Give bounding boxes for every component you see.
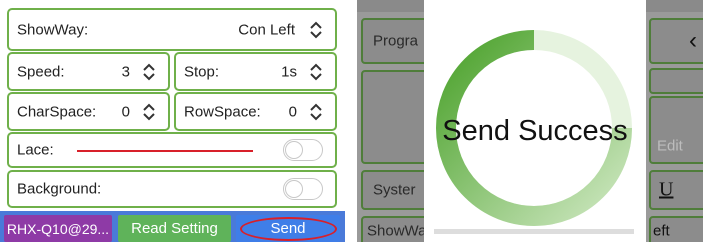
stop-row[interactable]: Stop: 1s <box>174 52 337 91</box>
lace-toggle[interactable] <box>283 139 323 161</box>
stop-value: 1s <box>281 63 297 80</box>
stop-label: Stop: <box>184 63 220 80</box>
red-annotation-ellipse <box>240 217 337 241</box>
charspace-row[interactable]: CharSpace: 0 <box>7 92 170 131</box>
dialog-bottom-bar <box>434 229 634 234</box>
right-box-mid <box>649 68 703 94</box>
speed-value: 3 <box>121 63 130 80</box>
rowspace-value: 0 <box>288 103 297 120</box>
right-box-edit-area: Edit <box>649 96 703 164</box>
charspace-label: CharSpace: <box>17 103 97 120</box>
underline-icon: U <box>659 178 674 201</box>
right-box-top: ‹ <box>649 18 703 64</box>
right-box-underline: U <box>649 170 703 210</box>
rowspace-label: RowSpace: <box>184 103 261 120</box>
toggle-knob <box>285 180 303 198</box>
showway-row[interactable]: ShowWay: Con Left <box>7 8 337 51</box>
charspace-value: 0 <box>121 103 130 120</box>
updown-chevron-icon[interactable] <box>309 21 323 39</box>
right-box-left: eft <box>649 216 703 242</box>
toggle-knob <box>285 141 303 159</box>
rowspace-row[interactable]: RowSpace: 0 <box>174 92 337 131</box>
updown-chevron-icon[interactable] <box>142 63 156 81</box>
edit-label: Edit <box>657 137 683 155</box>
background-toggle[interactable] <box>283 178 323 200</box>
updown-chevron-icon[interactable] <box>142 103 156 121</box>
showway-bg-label: ShowWa <box>367 222 427 240</box>
lace-row: Lace: <box>7 132 337 168</box>
settings-panel: ShowWay: Con Left Speed: 3 Stop: 1s Char… <box>0 0 345 242</box>
read-setting-button[interactable]: Read Setting <box>118 215 231 242</box>
showway-value: Con Left <box>238 21 295 38</box>
speed-row[interactable]: Speed: 3 <box>7 52 170 91</box>
background-row: Background: <box>7 170 337 208</box>
back-chevron-icon: ‹ <box>689 27 697 54</box>
red-annotation-line <box>77 150 253 152</box>
system-label: Syster <box>373 181 416 199</box>
updown-chevron-icon[interactable] <box>309 63 323 81</box>
updown-chevron-icon[interactable] <box>309 103 323 121</box>
device-button[interactable]: RHX-Q10@29... <box>4 215 112 242</box>
send-success-dialog: Send Success <box>424 0 646 242</box>
background-label: Background: <box>17 180 102 198</box>
lace-label: Lace: <box>17 141 54 159</box>
left-value-label: eft <box>653 222 670 240</box>
showway-label: ShowWay: <box>17 21 89 38</box>
dialog-message: Send Success <box>442 115 628 147</box>
program-label: Progra <box>373 32 419 50</box>
speed-label: Speed: <box>17 63 65 80</box>
